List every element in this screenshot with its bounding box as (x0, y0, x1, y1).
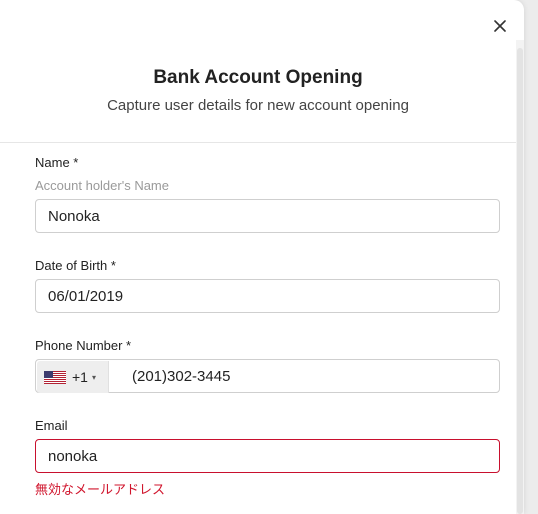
country-code-select[interactable]: +1 ▾ (37, 361, 109, 393)
chevron-down-icon: ▾ (91, 372, 96, 382)
name-hint: Account holder's Name (35, 178, 169, 193)
phone-input[interactable]: +1 ▾ (201)302-3445 (35, 359, 500, 393)
dob-label: Date of Birth * (35, 258, 116, 273)
email-input[interactable]: nonoka (35, 439, 500, 473)
phone-label: Phone Number * (35, 338, 132, 353)
email-error-message: 無効なメールアドレス (35, 482, 166, 497)
close-icon (494, 20, 506, 32)
dialog-header: Bank Account Opening Capture user detail… (0, 0, 516, 143)
dialog-title: Bank Account Opening (153, 67, 363, 88)
name-input[interactable]: Nonoka (35, 199, 500, 233)
bank-account-dialog: Bank Account Opening Capture user detail… (0, 0, 524, 514)
phone-input-value: (201)302-3445 (132, 368, 231, 385)
name-label: Name * (35, 155, 79, 170)
dialog-subtitle: Capture user details for new account ope… (107, 97, 409, 114)
email-label: Email (35, 418, 68, 433)
dob-input-value: 06/01/2019 (48, 288, 124, 305)
email-input-value: nonoka (48, 448, 98, 465)
us-flag-icon (44, 370, 66, 384)
dob-input[interactable]: 06/01/2019 (35, 279, 500, 313)
close-button[interactable] (488, 14, 512, 38)
scrollbar-thumb[interactable] (517, 48, 523, 514)
name-input-value: Nonoka (48, 208, 100, 225)
dial-code: +1 (72, 369, 88, 385)
